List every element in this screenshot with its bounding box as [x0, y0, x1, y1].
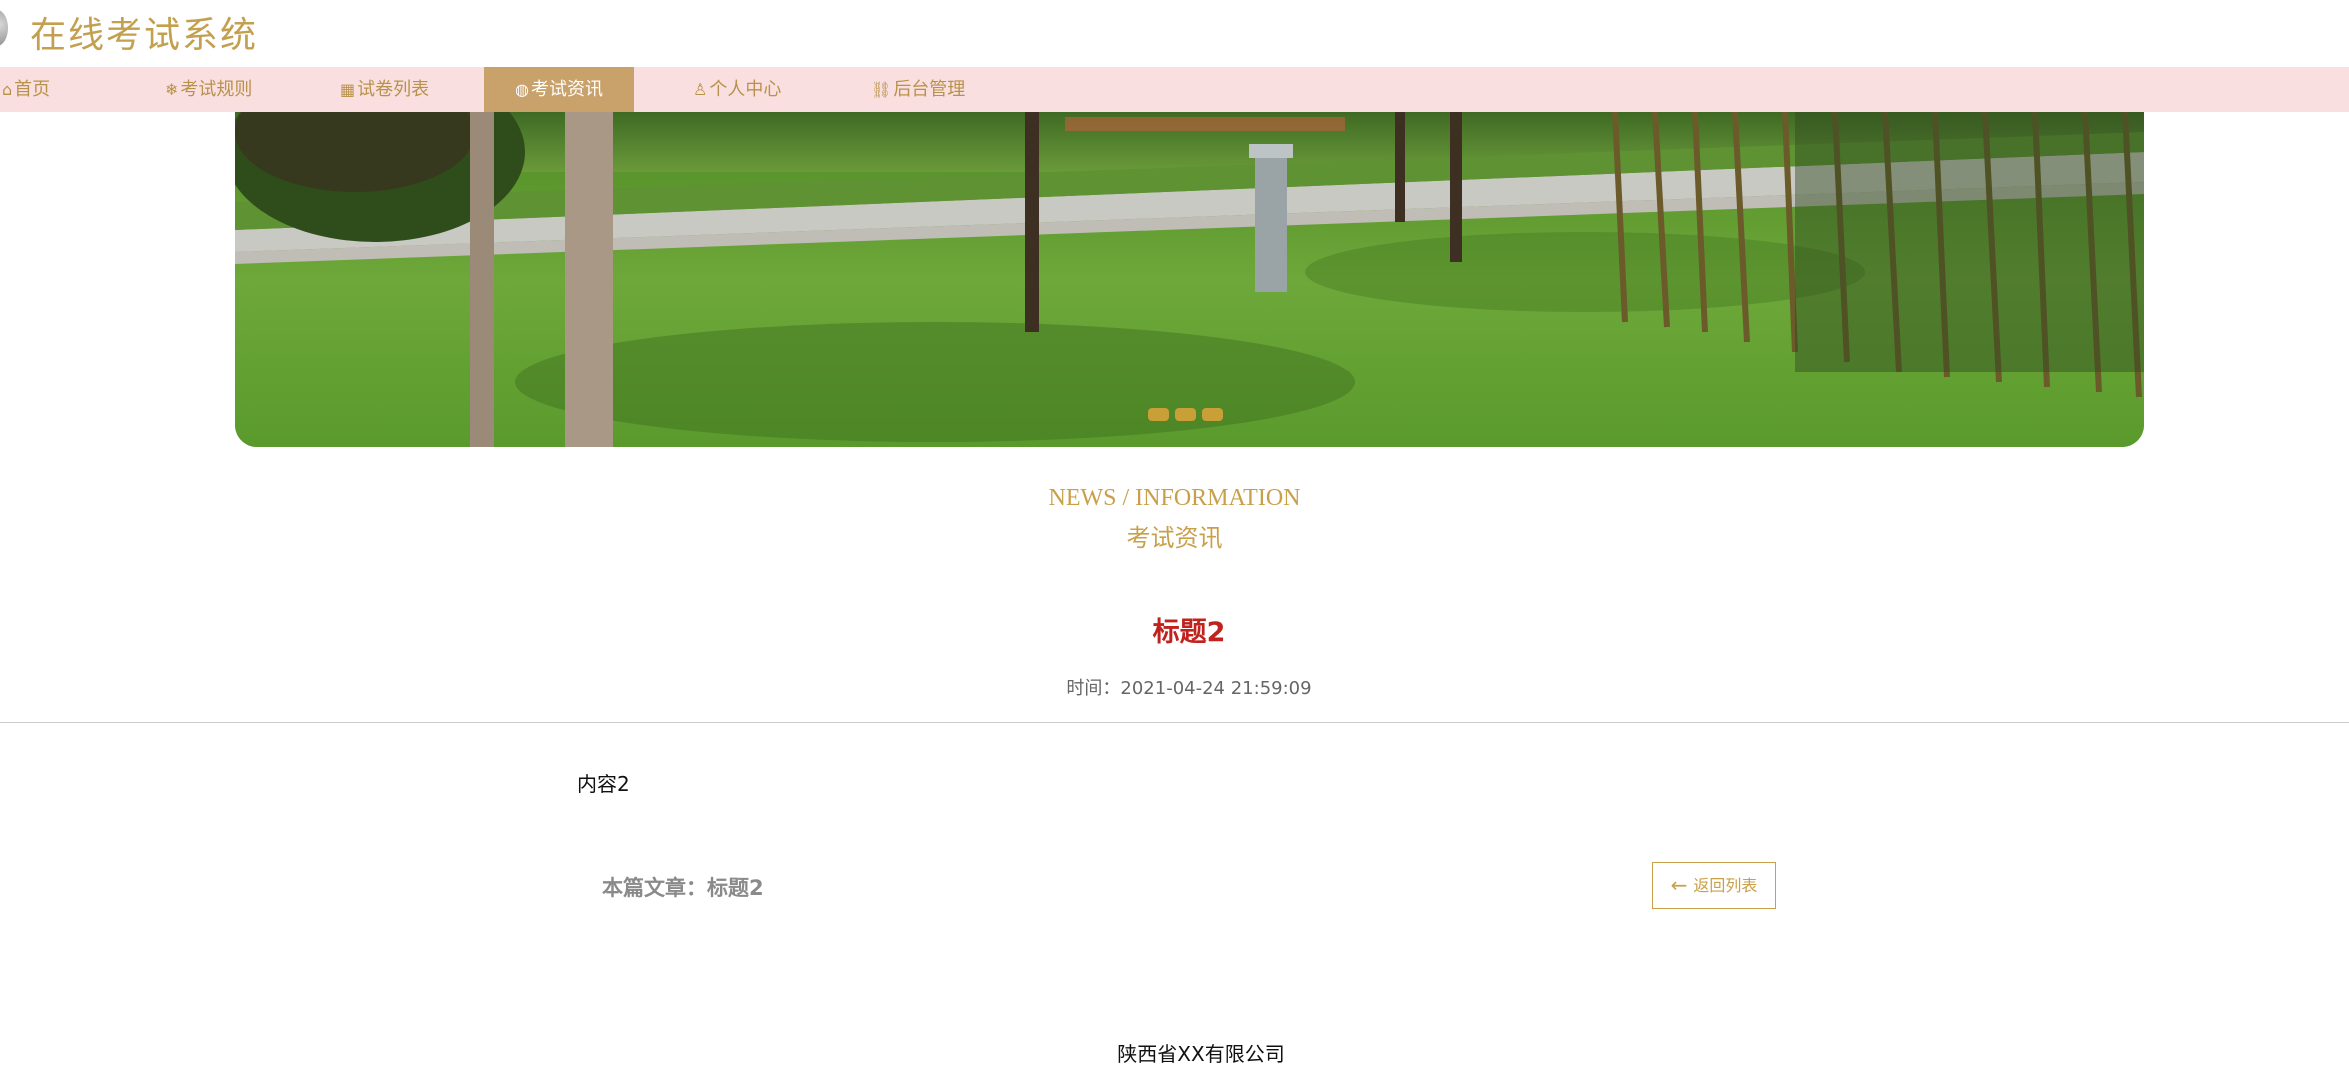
section-title-en: NEWS / INFORMATION	[1048, 485, 1301, 511]
carousel-dot[interactable]	[1148, 408, 1169, 421]
globe-icon: ◍	[515, 80, 529, 99]
nav-item-label: 个人中心	[709, 79, 782, 100]
current-article-label: 本篇文章：标题2	[602, 876, 764, 900]
nav-item-label: 试卷列表	[357, 79, 430, 100]
article-title: 标题2	[1152, 617, 1226, 648]
link-icon: ⛓	[871, 80, 892, 99]
arrow-left-icon: ←	[1670, 873, 1688, 897]
nav-item-label: 考试规则	[180, 79, 253, 100]
home-icon: ⌂	[2, 80, 13, 99]
nav-item-exam-news[interactable]: ◍ 考试资讯	[484, 67, 634, 112]
section-title-cn: 考试资讯	[1126, 524, 1223, 552]
nav-item-personal-center[interactable]: ♙ 个人中心	[693, 67, 781, 112]
nav-item-paper-list[interactable]: ▦ 试卷列表	[340, 67, 429, 112]
footer-company: 陕西省XX有限公司	[1117, 1042, 1285, 1066]
main-nav: ⌂ 首页 ❄ 考试规则 ▦ 试卷列表 ◍ 考试资讯 ♙ 个人中心 ⛓ 后台管理	[0, 67, 2349, 112]
user-icon: ♙	[693, 80, 708, 99]
snowflake-icon: ❄	[165, 80, 179, 99]
site-header: 在线考试系统	[0, 0, 2349, 67]
banner-image	[235, 112, 2144, 447]
article-time: 时间：2021-04-24 21:59:09	[1066, 678, 1312, 699]
carousel-dot[interactable]	[1175, 408, 1196, 421]
banner-carousel[interactable]	[235, 112, 2144, 447]
back-to-list-button[interactable]: ← 返回列表	[1652, 862, 1776, 909]
carousel-dot[interactable]	[1202, 408, 1223, 421]
logo-icon	[0, 10, 8, 46]
nav-item-admin[interactable]: ⛓ 后台管理	[871, 67, 965, 112]
carousel-dots	[1148, 408, 1223, 421]
nav-item-home[interactable]: ⌂ 首页	[2, 67, 50, 112]
nav-item-label: 后台管理	[893, 79, 966, 100]
nav-item-label: 考试资讯	[530, 79, 603, 100]
article-content: 内容2	[577, 772, 630, 796]
site-title: 在线考试系统	[30, 15, 259, 56]
nav-item-label: 首页	[14, 79, 51, 100]
back-to-list-label: 返回列表	[1693, 876, 1758, 895]
divider	[0, 722, 2349, 723]
nav-item-exam-rules[interactable]: ❄ 考试规则	[165, 67, 252, 112]
grid-icon: ▦	[340, 80, 356, 99]
